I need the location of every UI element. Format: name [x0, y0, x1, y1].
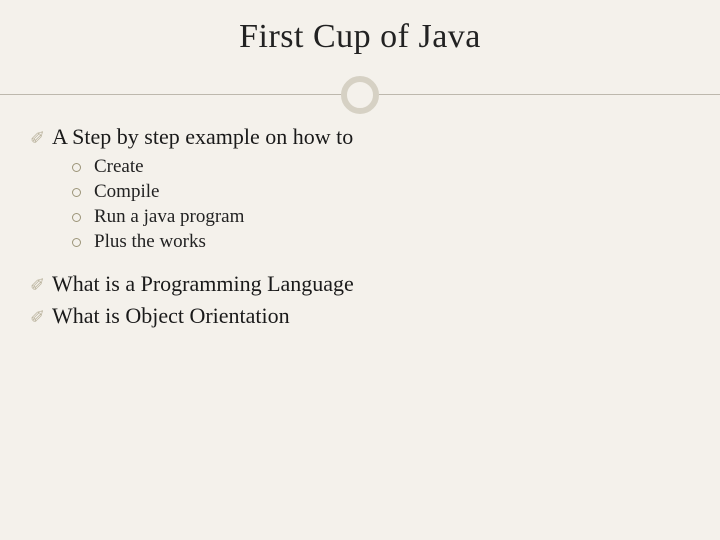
circle-icon	[72, 213, 94, 222]
bullet-level1: ✐ What is Object Orientation	[30, 303, 690, 329]
bullet-level2: Create	[72, 156, 690, 178]
bullet-text: What is a Programming Language	[52, 271, 354, 297]
circle-icon	[72, 238, 94, 247]
sub-bullet-text: Run a java program	[94, 206, 244, 228]
bullet-text: What is Object Orientation	[52, 303, 290, 329]
circle-icon	[72, 188, 94, 197]
sub-bullet-text: Compile	[94, 181, 159, 203]
divider-ring-icon	[341, 76, 379, 114]
sub-bullet-text: Plus the works	[94, 231, 206, 253]
title-divider	[0, 72, 720, 118]
sub-bullet-text: Create	[94, 156, 144, 178]
swirl-icon: ✐	[30, 127, 52, 149]
bullet-level2: Run a java program	[72, 206, 690, 228]
bullet-level2: Plus the works	[72, 231, 690, 253]
bullet-level1: ✐ What is a Programming Language	[30, 271, 690, 297]
sub-list: Create Compile Run a java program Plus t…	[72, 156, 690, 253]
swirl-icon: ✐	[30, 306, 52, 328]
circle-icon	[72, 163, 94, 172]
bullet-level1: ✐ A Step by step example on how to	[30, 124, 690, 150]
content-area: ✐ A Step by step example on how to Creat…	[0, 118, 720, 329]
bullet-text: A Step by step example on how to	[52, 124, 353, 150]
bullet-level2: Compile	[72, 181, 690, 203]
swirl-icon: ✐	[30, 274, 52, 296]
slide: First Cup of Java ✐ A Step by step examp…	[0, 0, 720, 540]
slide-title: First Cup of Java	[0, 18, 720, 56]
title-area: First Cup of Java	[0, 0, 720, 66]
